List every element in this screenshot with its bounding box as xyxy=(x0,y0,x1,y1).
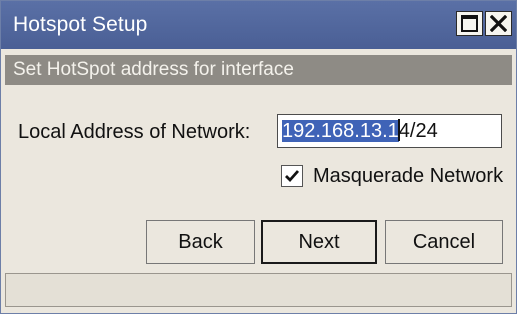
window-title: Hotspot Setup xyxy=(13,13,148,36)
back-button[interactable]: Back xyxy=(146,220,255,264)
masquerade-network-option[interactable]: Masquerade Network xyxy=(281,165,511,191)
next-button[interactable]: Next xyxy=(261,220,377,264)
section-header: Set HotSpot address for interface xyxy=(5,55,512,85)
local-address-input[interactable]: 192.168.13.14/24 xyxy=(277,114,502,148)
address-unselected-text: 4/24 xyxy=(398,120,438,142)
close-icon xyxy=(490,15,507,32)
maximize-button[interactable] xyxy=(456,11,483,36)
address-selected-text: 192.168.13.1 xyxy=(282,120,399,142)
title-bar[interactable]: Hotspot Setup xyxy=(1,1,516,49)
masquerade-network-checkbox[interactable] xyxy=(281,165,303,187)
local-address-label: Local Address of Network: xyxy=(18,121,251,143)
section-header-text: Set HotSpot address for interface xyxy=(13,59,294,80)
checkmark-icon xyxy=(285,170,300,183)
status-bar xyxy=(5,273,512,307)
cancel-button[interactable]: Cancel xyxy=(385,220,503,264)
maximize-icon xyxy=(461,15,478,32)
close-button[interactable] xyxy=(485,11,512,36)
masquerade-network-label: Masquerade Network xyxy=(313,165,504,187)
hotspot-setup-window: Hotspot Setup Set HotSpot address for in… xyxy=(0,0,517,314)
